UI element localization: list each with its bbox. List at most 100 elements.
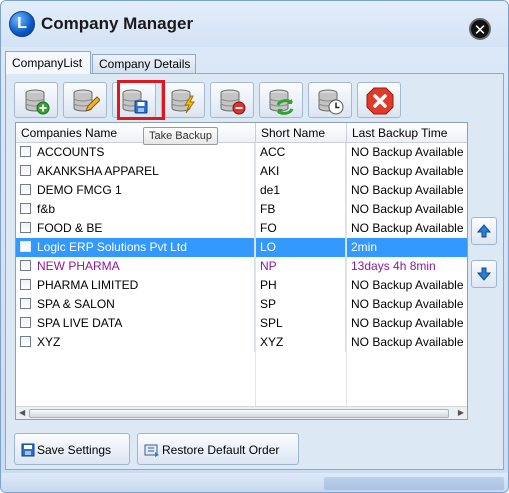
row-checkbox[interactable] [20, 317, 31, 328]
delete-company-button[interactable] [210, 82, 254, 118]
column-header-short-name[interactable]: Short Name [256, 123, 347, 143]
row-checkbox[interactable] [20, 279, 31, 290]
short-name-cell: SPL [256, 314, 346, 333]
database-save-icon [122, 89, 148, 114]
row-checkbox[interactable] [20, 260, 31, 271]
last-backup-cell: NO Backup Available [351, 145, 464, 159]
scroll-left-icon[interactable]: ◀ [19, 408, 25, 417]
schedule-backup-button[interactable] [308, 82, 352, 118]
short-name-cell: FB [256, 200, 346, 219]
row-checkbox[interactable] [20, 203, 31, 214]
company-manager-window: L Company Manager ✕ CompanyList Company … [0, 0, 509, 493]
short-name-cell: XYZ [256, 333, 346, 352]
table-row[interactable]: FOOD & BE FO NO Backup Available [16, 219, 467, 238]
table-row[interactable]: AKANKSHA APPAREL AKI NO Backup Available [16, 162, 467, 181]
company-name: NEW PHARMA [37, 259, 120, 273]
table-row[interactable]: XYZ XYZ NO Backup Available [16, 333, 467, 352]
company-name-cell[interactable]: DEMO FMCG 1 [16, 181, 255, 200]
short-name-cell: PH [256, 276, 346, 295]
row-checkbox[interactable] [20, 336, 31, 347]
database-edit-icon [73, 89, 100, 112]
scroll-right-icon[interactable]: ▶ [458, 408, 464, 417]
company-name: FOOD & BE [37, 221, 103, 235]
scrollbar-thumb[interactable] [29, 409, 449, 418]
table-row[interactable]: ACCOUNTS ACC NO Backup Available [16, 143, 467, 162]
last-backup-cell: NO Backup Available [351, 316, 464, 330]
close-red-icon [366, 87, 394, 115]
edit-company-button[interactable] [63, 82, 107, 118]
table-row[interactable]: f&b FB NO Backup Available [16, 200, 467, 219]
take-backup-tooltip: Take Backup [143, 127, 218, 145]
table-row[interactable]: SPA LIVE DATA SPL NO Backup Available [16, 314, 467, 333]
company-name-cell[interactable]: ACCOUNTS [16, 143, 255, 162]
company-name: XYZ [37, 335, 61, 349]
quick-action-button[interactable] [161, 82, 205, 118]
company-name: PHARMA LIMITED [37, 278, 139, 292]
save-settings-button[interactable]: Save Settings [14, 433, 130, 465]
company-name-cell[interactable]: AKANKSHA APPAREL [16, 162, 255, 181]
column-header-last-backup[interactable]: Last Backup Time [347, 123, 467, 143]
column-header-companies-name[interactable]: Companies Name [16, 123, 256, 143]
last-backup-cell: NO Backup Available [351, 297, 464, 311]
row-checkbox[interactable] [20, 241, 31, 252]
short-name-cell: de1 [256, 181, 346, 200]
restore-default-order-button[interactable]: Restore Default Order [137, 433, 299, 465]
database-lightning-icon [171, 89, 195, 114]
title-bar: L Company Manager ✕ [1, 1, 508, 47]
company-name: Logic ERP Solutions Pvt Ltd [37, 240, 187, 254]
tab-company-details[interactable]: Company Details [92, 54, 196, 73]
company-name-cell[interactable]: PHARMA LIMITED [16, 276, 255, 295]
database-add-icon [25, 89, 50, 115]
save-settings-label: Save Settings [37, 443, 112, 457]
close-panel-button[interactable] [357, 82, 401, 118]
tab-company-list[interactable]: CompanyList [5, 51, 91, 74]
last-backup-cell: NO Backup Available [351, 164, 464, 178]
take-backup-button[interactable] [112, 82, 156, 118]
short-name-cell: SP [256, 295, 346, 314]
row-checkbox[interactable] [20, 298, 31, 309]
last-backup-cell: 2min [351, 240, 378, 254]
table-row[interactable]: NEW PHARMA NP 13days 4h 8min [16, 257, 467, 276]
company-list-panel: Take Backup Companies Name Short Name La… [5, 73, 504, 470]
company-name: DEMO FMCG 1 [37, 183, 122, 197]
table-row[interactable]: PHARMA LIMITED PH NO Backup Available [16, 276, 467, 295]
restore-backup-button[interactable] [259, 82, 303, 118]
move-down-button[interactable] [471, 260, 497, 288]
companies-grid: Companies Name Short Name Last Backup Ti… [15, 122, 468, 420]
table-row[interactable]: SPA & SALON SP NO Backup Available [16, 295, 467, 314]
company-name: SPA & SALON [37, 297, 115, 311]
company-name-cell[interactable]: XYZ [16, 333, 255, 352]
short-name-cell: LO [256, 238, 346, 257]
horizontal-scrollbar[interactable]: ◀ ▶ [16, 406, 467, 419]
database-clock-icon [318, 89, 344, 115]
table-row[interactable]: Logic ERP Solutions Pvt Ltd LO 2min [16, 238, 467, 257]
company-name-cell[interactable]: SPA LIVE DATA [16, 314, 255, 333]
window-title: Company Manager [41, 14, 194, 33]
resize-grip[interactable] [324, 477, 504, 490]
company-name-cell[interactable]: FOOD & BE [16, 219, 255, 238]
row-checkbox[interactable] [20, 146, 31, 157]
company-name: ACCOUNTS [37, 145, 105, 159]
company-name: SPA LIVE DATA [37, 316, 123, 330]
row-checkbox[interactable] [20, 165, 31, 176]
company-name-cell[interactable]: Logic ERP Solutions Pvt Ltd [16, 238, 255, 257]
short-name-cell: AKI [256, 162, 346, 181]
company-name-cell[interactable]: SPA & SALON [16, 295, 255, 314]
app-logo-icon: L [9, 11, 35, 37]
company-name: AKANKSHA APPAREL [37, 164, 159, 178]
row-checkbox[interactable] [20, 222, 31, 233]
add-company-button[interactable] [14, 82, 58, 118]
table-row[interactable]: DEMO FMCG 1 de1 NO Backup Available [16, 181, 467, 200]
window-close-button[interactable]: ✕ [469, 18, 491, 40]
arrow-down-icon [476, 267, 492, 281]
save-icon [21, 443, 35, 457]
database-refresh-icon [269, 89, 294, 115]
row-checkbox[interactable] [20, 184, 31, 195]
last-backup-cell: NO Backup Available [351, 183, 464, 197]
company-name-cell[interactable]: NEW PHARMA [16, 257, 255, 276]
move-up-button[interactable] [471, 217, 497, 245]
company-name-cell[interactable]: f&b [16, 200, 255, 219]
short-name-cell: NP [256, 257, 346, 276]
last-backup-cell: NO Backup Available [351, 202, 464, 216]
short-name-cell: FO [256, 219, 346, 238]
